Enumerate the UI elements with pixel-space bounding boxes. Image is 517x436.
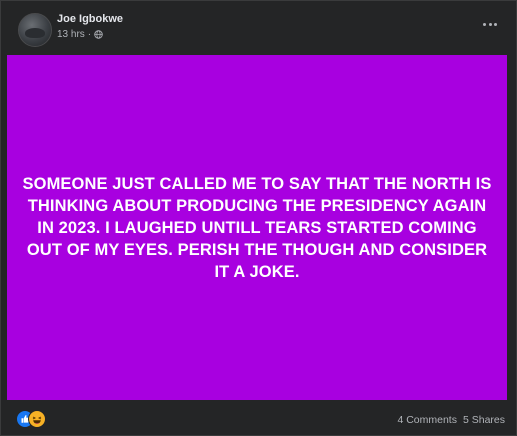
post-footer: 4 Comments 5 Shares — [1, 406, 516, 434]
author-avatar[interactable] — [18, 13, 52, 47]
more-options-icon[interactable] — [483, 19, 497, 29]
reactions-summary[interactable] — [16, 410, 50, 428]
post-header: Joe Igbokwe 13 hrs · — [1, 1, 516, 51]
post-card: Joe Igbokwe 13 hrs · SOMEONE JUST CALLED… — [0, 0, 517, 436]
post-stats: 4 Comments 5 Shares — [397, 414, 505, 426]
haha-icon — [28, 410, 46, 428]
author-name[interactable]: Joe Igbokwe — [57, 13, 123, 25]
post-text: SOMEONE JUST CALLED ME TO SAY THAT THE N… — [22, 174, 492, 281]
globe-icon[interactable] — [94, 30, 103, 39]
post-timestamp[interactable]: 13 hrs — [57, 29, 85, 40]
post-background: SOMEONE JUST CALLED ME TO SAY THAT THE N… — [7, 55, 507, 400]
more-dot — [483, 22, 486, 26]
shares-count[interactable]: 5 Shares — [463, 414, 505, 426]
more-dot — [488, 22, 492, 26]
post-meta: 13 hrs · — [57, 29, 103, 40]
meta-separator: · — [87, 29, 92, 40]
comments-count[interactable]: 4 Comments — [397, 414, 457, 426]
more-dot — [494, 22, 497, 26]
